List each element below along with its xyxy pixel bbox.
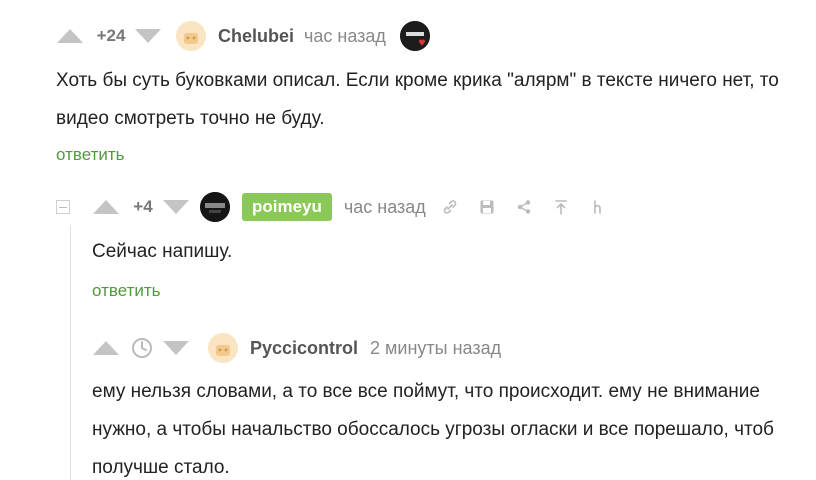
comment-text: Хоть бы суть буковками описал. Если кром… [56, 70, 779, 129]
comment-author[interactable]: Chelubei [218, 26, 294, 47]
comment-time[interactable]: 2 минуты назад [370, 338, 501, 359]
downvote-button[interactable] [134, 26, 162, 46]
arrow-down-icon [163, 341, 189, 355]
comment-author-badge[interactable]: poimeyu [242, 193, 332, 221]
avatar[interactable] [208, 333, 238, 363]
comment-time[interactable]: час назад [344, 197, 426, 218]
comment-header: +4 poimeyu час назад [92, 189, 608, 225]
comment-score: +4 [133, 197, 153, 216]
avatar[interactable] [176, 21, 206, 51]
reply-button[interactable]: ответить [56, 145, 125, 165]
arrow-up-icon [57, 29, 83, 43]
go-to-parent-icon[interactable] [551, 197, 571, 217]
arrow-down-icon [163, 200, 189, 214]
branch-icon[interactable] [588, 197, 608, 217]
user-avatar-icon [200, 192, 230, 222]
downvote-button[interactable] [162, 338, 190, 358]
avatar[interactable] [200, 192, 230, 222]
comment-score: +24 [96, 26, 126, 45]
link-icon[interactable] [440, 197, 460, 217]
comment-time[interactable]: час назад [304, 26, 386, 47]
downvote-button[interactable] [162, 197, 190, 217]
comment-text: ему нельзя словами, а то все все поймут,… [92, 381, 774, 478]
comment-header: +24 Chelubei час назад [56, 18, 430, 54]
upvote-button[interactable] [92, 338, 120, 358]
comment-text: Сейчас напишу. [92, 241, 233, 262]
award-avatar[interactable] [399, 21, 430, 51]
arrow-up-icon [93, 341, 119, 355]
arrow-up-icon [93, 200, 119, 214]
thread-line [70, 225, 71, 480]
save-icon[interactable] [477, 197, 497, 217]
award-icon [399, 21, 430, 51]
comment-author[interactable]: Pyccicontrol [250, 338, 358, 359]
share-icon[interactable] [514, 197, 534, 217]
reply-button[interactable]: ответить [92, 281, 161, 301]
arrow-down-icon [135, 29, 161, 43]
collapse-thread-button[interactable] [56, 200, 70, 214]
comment-header: Pyccicontrol 2 минуты назад [92, 330, 501, 366]
clock-icon [132, 338, 152, 358]
score-pending-icon [128, 338, 156, 358]
default-avatar-icon [208, 333, 238, 363]
upvote-button[interactable] [92, 197, 120, 217]
default-avatar-icon [176, 21, 206, 51]
upvote-button[interactable] [56, 26, 84, 46]
